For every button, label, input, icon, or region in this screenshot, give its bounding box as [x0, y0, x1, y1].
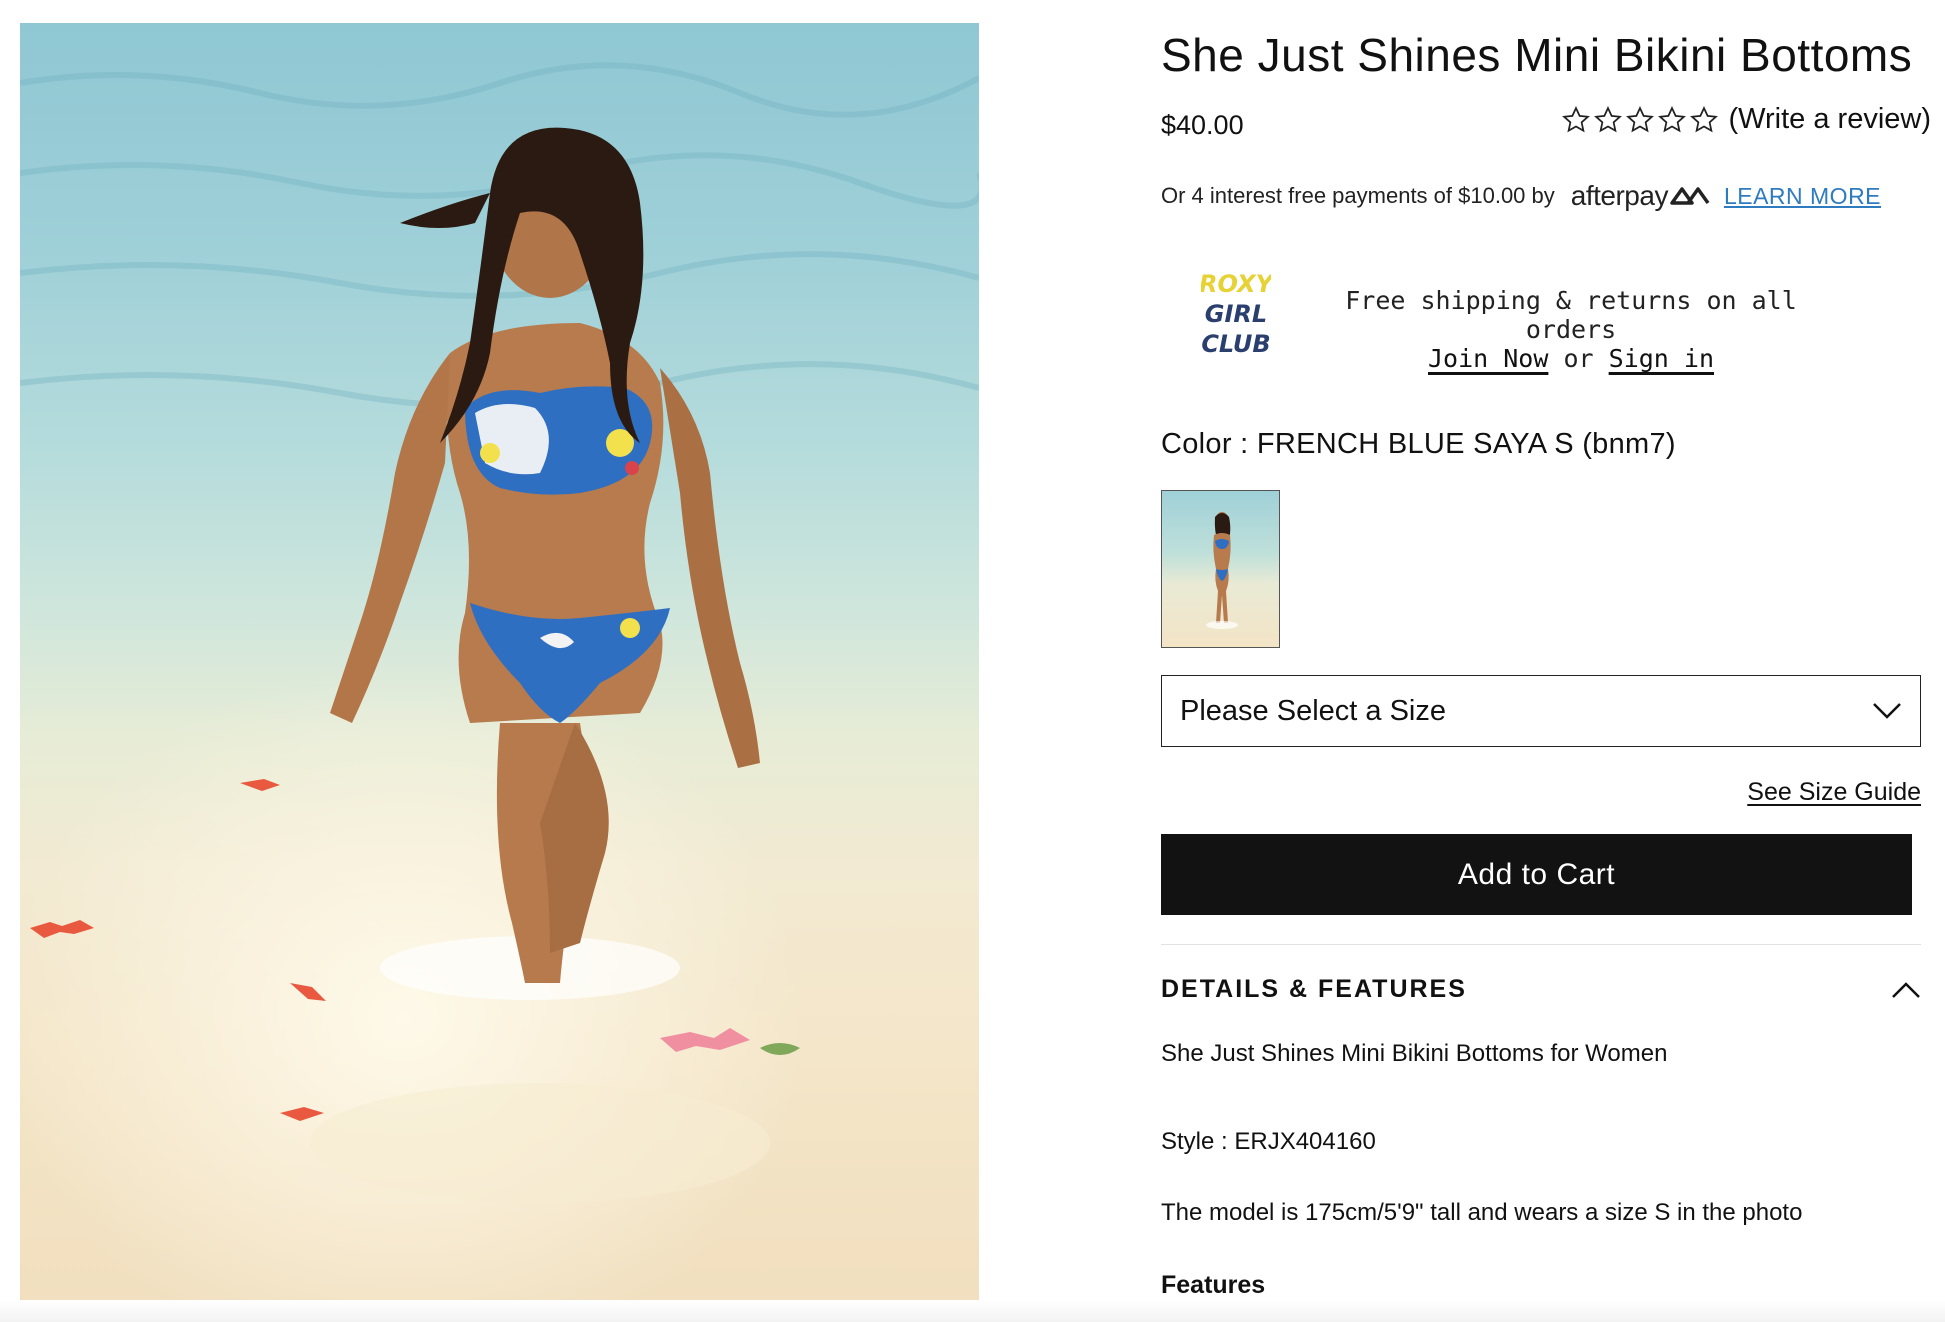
afterpay-text: Or 4 interest free payments of $10.00 by: [1161, 183, 1555, 208]
size-dropdown[interactable]: Please Select a Size: [1161, 675, 1921, 747]
chevron-up-icon[interactable]: [1891, 981, 1921, 999]
write-review-link[interactable]: (Write a review): [1729, 103, 1932, 136]
color-label: Color : FRENCH BLUE SAYA S (bnm7): [1161, 428, 1676, 460]
sign-in-link[interactable]: Sign in: [1609, 344, 1714, 373]
color-swatch-thumbnail[interactable]: [1161, 490, 1280, 648]
details-heading: DETAILS & FEATURES: [1161, 975, 1467, 1003]
add-to-cart-button[interactable]: Add to Cart: [1161, 834, 1912, 915]
club-links: Join Now or Sign in: [1331, 344, 1811, 373]
star-empty-icon: [1657, 105, 1686, 132]
afterpay-installments: Or 4 interest free payments of $10.00 by…: [1161, 180, 1881, 212]
product-rating: (Write a review): [1561, 103, 1932, 136]
features-heading: Features: [1161, 1271, 1266, 1299]
size-dropdown-placeholder: Please Select a Size: [1180, 694, 1446, 727]
svg-text:CLUB: CLUB: [1201, 330, 1270, 358]
star-empty-icon: [1593, 105, 1622, 132]
afterpay-learn-more-link[interactable]: LEARN MORE: [1724, 183, 1881, 210]
afterpay-logo: afterpay: [1571, 180, 1710, 212]
star-empty-icon: [1689, 105, 1718, 132]
svg-text:ROXY: ROXY: [1201, 270, 1271, 298]
swatch-model-thumbnail: [1206, 512, 1238, 629]
details-description: She Just Shines Mini Bikini Bottoms for …: [1161, 1040, 1668, 1067]
club-message: Free shipping & returns on all orders: [1345, 286, 1797, 344]
details-model-info: The model is 175cm/5'9" tall and wears a…: [1161, 1199, 1803, 1226]
svg-text:GIRL: GIRL: [1205, 300, 1267, 328]
chevron-down-icon: [1873, 703, 1901, 719]
product-main-image[interactable]: [20, 23, 979, 1300]
beach-model-illustration: [20, 62, 979, 1203]
details-accordion-header[interactable]: DETAILS & FEATURES: [1161, 975, 1921, 1004]
product-price: $40.00: [1161, 110, 1244, 140]
page-bottom-edge: [0, 1300, 1945, 1322]
club-or-text: or: [1563, 344, 1594, 373]
section-divider: [1161, 944, 1921, 945]
afterpay-arrows-icon: [1670, 187, 1710, 205]
product-title: She Just Shines Mini Bikini Bottoms: [1161, 29, 1913, 81]
details-style-code: Style : ERJX404160: [1161, 1128, 1376, 1155]
club-promo: Free shipping & returns on all orders Jo…: [1331, 286, 1811, 373]
roxy-girl-club-logo: ROXY GIRL CLUB: [1201, 270, 1271, 358]
star-empty-icon: [1625, 105, 1654, 132]
join-now-link[interactable]: Join Now: [1428, 344, 1548, 373]
size-guide-link[interactable]: See Size Guide: [1747, 778, 1921, 807]
star-empty-icon: [1561, 105, 1590, 132]
